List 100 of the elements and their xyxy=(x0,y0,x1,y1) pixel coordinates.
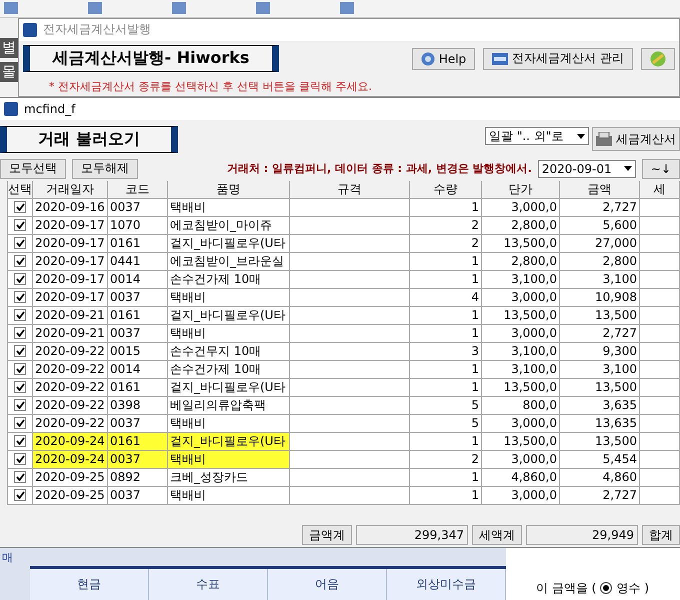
table-cell: 0161 xyxy=(108,234,168,253)
table-cell: 겉지_바디필로우(U타 xyxy=(168,306,290,325)
row-checkbox[interactable] xyxy=(14,273,26,286)
column-header: 코드 xyxy=(108,180,168,199)
table-cell: 0015 xyxy=(108,342,168,361)
globe-button[interactable] xyxy=(641,48,675,70)
mode-dropdown[interactable]: 일괄 ".. 외"로 xyxy=(485,127,589,146)
table-cell: 13,500 xyxy=(560,306,640,325)
table-cell: 0037 xyxy=(108,486,168,505)
table-cell: 4 xyxy=(410,288,482,307)
window-title: 전자세금계산서발행 xyxy=(43,21,151,38)
table-cell: 택배비 xyxy=(168,198,290,217)
column-header: 세 xyxy=(640,180,680,199)
caret-icon xyxy=(577,134,585,139)
table-cell: 800,0 xyxy=(482,396,560,415)
table-cell: 2020-09-24 xyxy=(33,450,108,469)
table-cell: 3,000,0 xyxy=(482,486,560,505)
check-icon xyxy=(16,311,24,320)
table-cell xyxy=(640,324,680,343)
table-cell xyxy=(640,198,680,217)
table-cell: 0441 xyxy=(108,252,168,271)
toolbar-icon[interactable] xyxy=(88,2,102,14)
total-label: 합계 xyxy=(642,525,680,545)
print-button[interactable]: 세금계산서 xyxy=(592,127,680,152)
table-cell: 13,500,0 xyxy=(482,378,560,397)
payment-column-header: 외상미수금 xyxy=(387,569,506,600)
row-checkbox[interactable] xyxy=(14,453,26,466)
toolbar-icon[interactable] xyxy=(256,2,270,14)
row-checkbox[interactable] xyxy=(14,435,26,448)
table-cell: 2020-09-22 xyxy=(33,414,108,433)
row-checkbox[interactable] xyxy=(14,363,26,376)
table-cell: 2,727 xyxy=(560,486,640,505)
table-cell: 0892 xyxy=(108,468,168,487)
table-cell: 베일리의류압축팩 xyxy=(168,396,290,415)
row-checkbox[interactable] xyxy=(14,219,26,232)
table-cell: 택배비 xyxy=(168,414,290,433)
section-heading: 세금계산서발행- Hiworks xyxy=(23,45,279,72)
row-checkbox[interactable] xyxy=(14,381,26,394)
table-cell: 2020-09-24 xyxy=(33,432,108,451)
side-tab[interactable]: 별 xyxy=(0,38,18,58)
table-cell xyxy=(640,234,680,253)
row-checkbox[interactable] xyxy=(14,345,26,358)
receipt-label: 이 금액을 ( xyxy=(536,580,596,596)
row-checkbox[interactable] xyxy=(14,309,26,322)
column-header: 수량 xyxy=(410,180,482,199)
toolbar-icon[interactable] xyxy=(172,2,186,14)
check-icon xyxy=(16,221,24,230)
table-cell: 택배비 xyxy=(168,450,290,469)
column-header: 금액 xyxy=(560,180,640,199)
receipt-radio[interactable] xyxy=(600,582,612,594)
payment-column-header: 수표 xyxy=(149,569,268,600)
range-button[interactable]: ~↓ xyxy=(642,158,680,179)
table-cell: 1 xyxy=(410,378,482,397)
row-checkbox[interactable] xyxy=(14,237,26,250)
table-cell: 택배비 xyxy=(168,486,290,505)
printer-icon xyxy=(596,132,612,146)
check-icon xyxy=(16,275,24,284)
help-icon xyxy=(420,52,435,66)
row-checkbox[interactable] xyxy=(14,399,26,412)
caret-icon xyxy=(624,166,632,172)
date-dropdown[interactable]: 2020-09-01 xyxy=(538,160,636,178)
table-cell: 손수건가제 10매 xyxy=(168,360,290,379)
check-icon xyxy=(16,473,24,482)
table-cell: 0161 xyxy=(108,432,168,451)
manage-button[interactable]: 전자세금계산서 관리 xyxy=(483,48,633,70)
toolbar-icon[interactable] xyxy=(340,2,354,14)
table-cell xyxy=(640,252,680,271)
table-cell: 2020-09-16 xyxy=(33,198,108,217)
table-cell: 0037 xyxy=(108,324,168,343)
table-cell: 0037 xyxy=(108,414,168,433)
table-cell: 손수건무지 10매 xyxy=(168,342,290,361)
table-cell: 2 xyxy=(410,450,482,469)
toolbar-icon[interactable] xyxy=(4,2,18,14)
row-checkbox[interactable] xyxy=(14,417,26,430)
deselect-all-button[interactable]: 모두해제 xyxy=(72,158,138,179)
side-tab[interactable]: 몰 xyxy=(0,62,18,82)
row-checkbox[interactable] xyxy=(14,327,26,340)
row-checkbox[interactable] xyxy=(14,471,26,484)
radio-label: 영수 xyxy=(616,580,640,596)
table-cell: 2020-09-17 xyxy=(33,270,108,289)
table-cell: 1 xyxy=(410,360,482,379)
table-cell: 3,100,0 xyxy=(482,270,560,289)
table-cell: 3 xyxy=(410,342,482,361)
row-checkbox[interactable] xyxy=(14,291,26,304)
table-cell: 1 xyxy=(410,306,482,325)
table-cell xyxy=(640,306,680,325)
table-cell xyxy=(640,342,680,361)
table-cell: 5 xyxy=(410,414,482,433)
column-header: 거래일자 xyxy=(33,180,108,199)
help-button[interactable]: Help xyxy=(412,48,476,70)
table-cell: 3,100,0 xyxy=(482,342,560,361)
table-cell: 1 xyxy=(410,198,482,217)
table-cell xyxy=(640,378,680,397)
row-checkbox[interactable] xyxy=(14,201,26,214)
row-checkbox[interactable] xyxy=(14,489,26,502)
select-all-button[interactable]: 모두선택 xyxy=(0,158,66,179)
row-checkbox[interactable] xyxy=(14,255,26,268)
table-cell: 2,727 xyxy=(560,198,640,217)
table-cell: 1 xyxy=(410,270,482,289)
table-cell: 1 xyxy=(410,468,482,487)
